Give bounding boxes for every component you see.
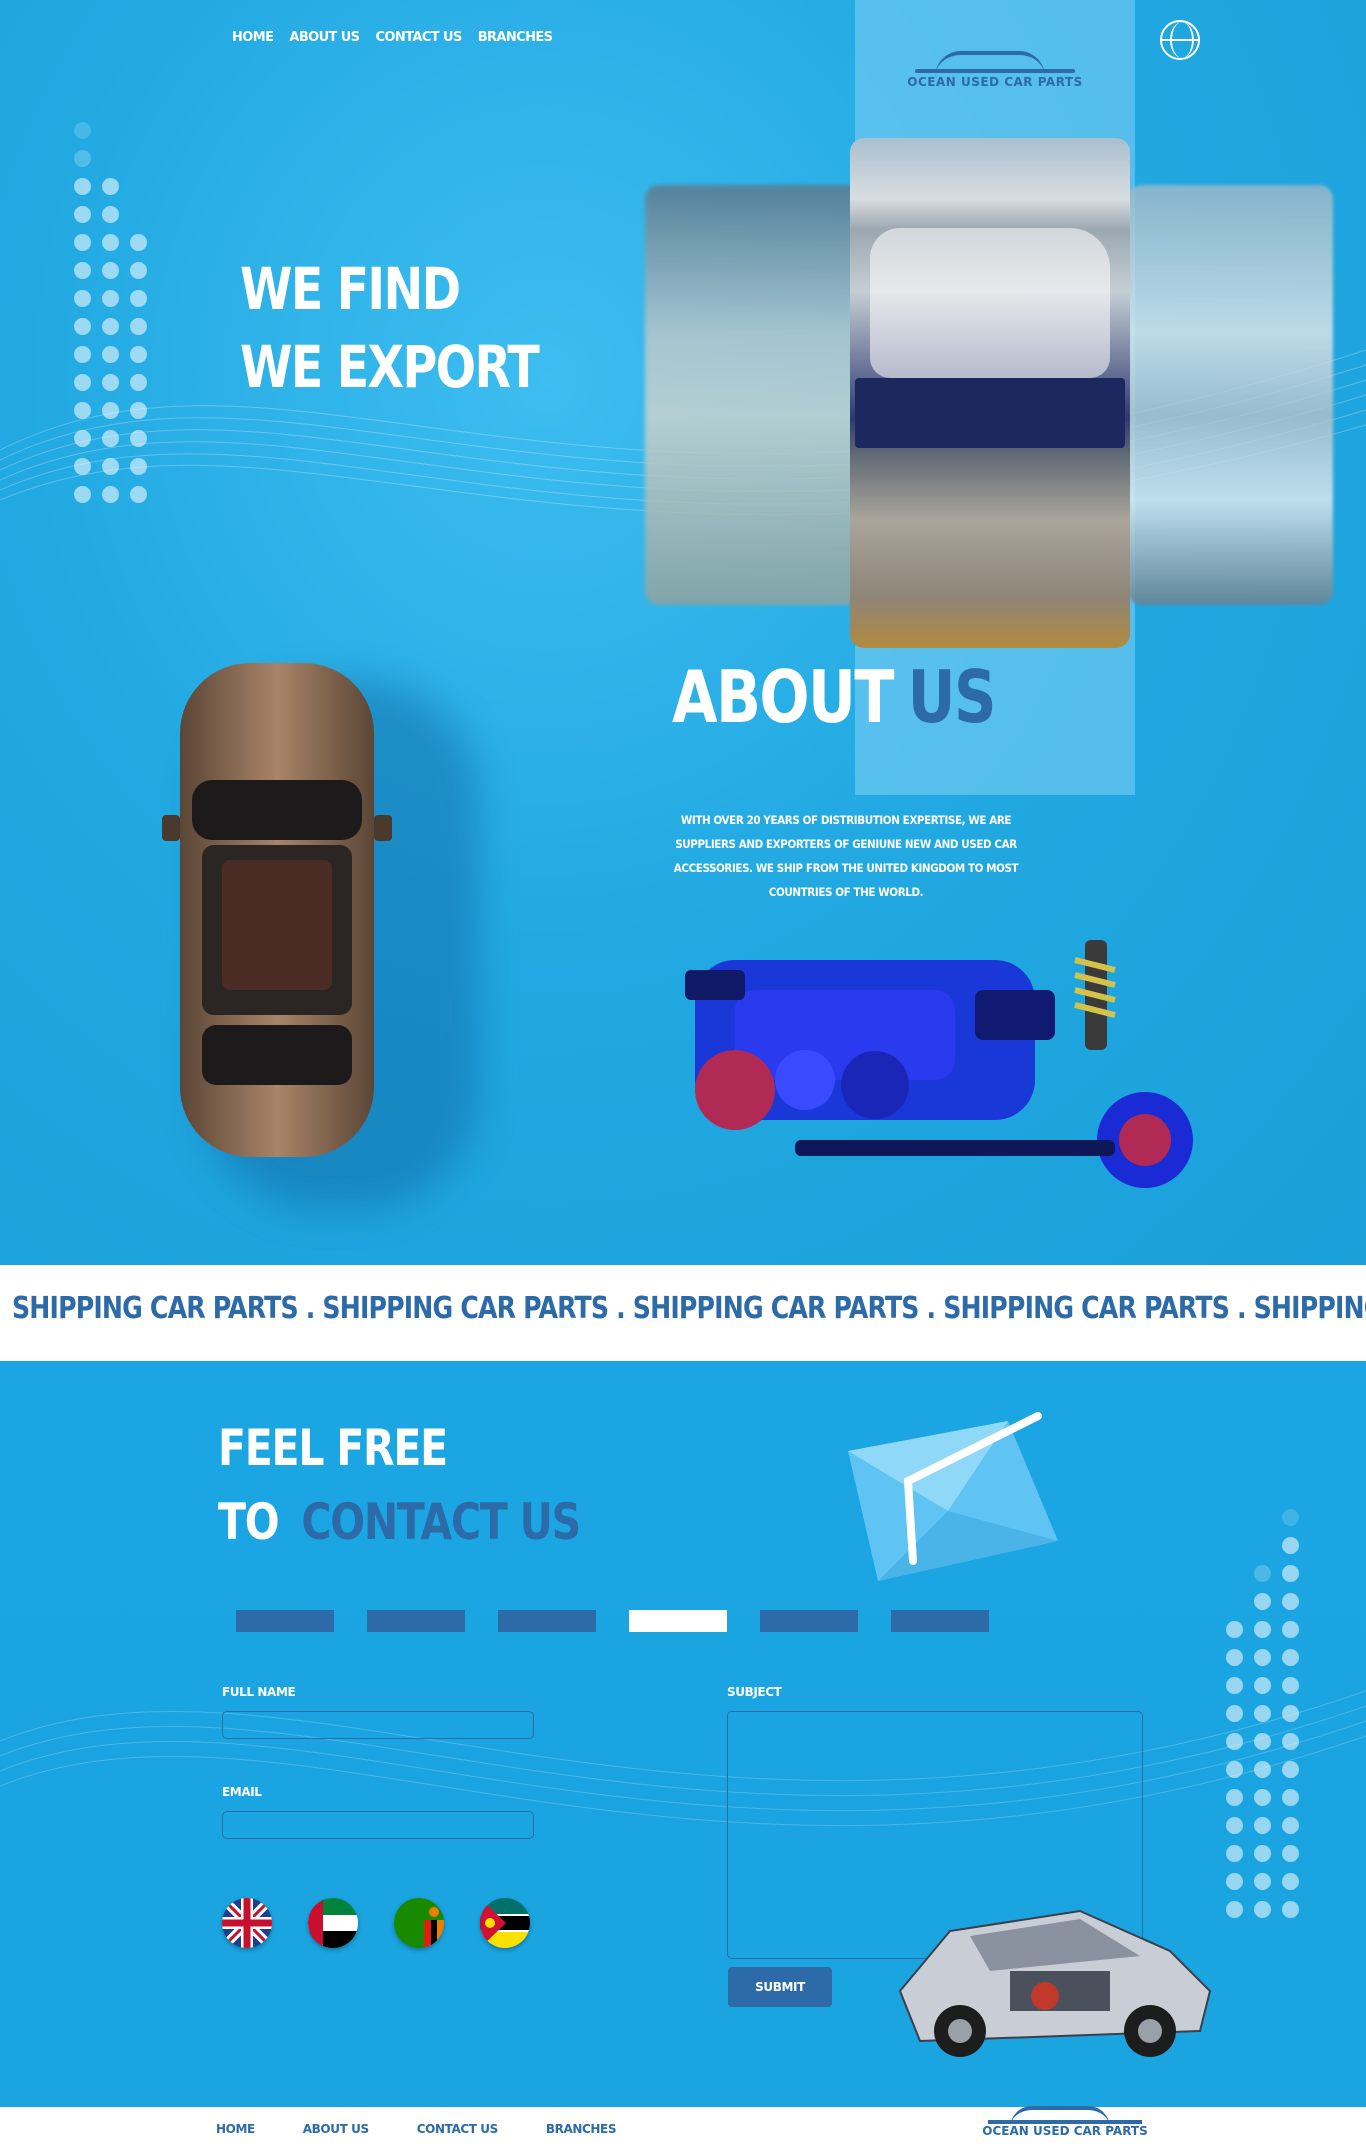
footer-car-logo-icon [980, 2100, 1150, 2126]
uk-flag-icon[interactable] [222, 1898, 272, 1948]
slider-indicator-active[interactable] [629, 1610, 727, 1632]
hero-line-1: WE FIND [240, 255, 461, 323]
hero-heading: WE FIND WE EXPORT [240, 250, 540, 406]
footer-nav-about[interactable]: ABOUT US [303, 2122, 369, 2136]
email-input[interactable] [222, 1811, 534, 1839]
brand-logo-text: OCEAN USED CAR PARTS [907, 75, 1083, 89]
slider-indicator[interactable] [236, 1610, 334, 1632]
brown-car-top-view-image [162, 663, 392, 1157]
language-globe-icon[interactable] [1160, 20, 1200, 60]
slider-indicator[interactable] [891, 1610, 989, 1632]
contact-heading: FEEL FREE TO CONTACT US [218, 1411, 581, 1559]
about-heading: ABOUT US [672, 655, 997, 739]
hero-line-2: WE EXPORT [240, 333, 540, 401]
full-name-label: FULL NAME [222, 1685, 296, 1699]
photo-car-mercedes [645, 185, 860, 605]
engine-suspension-image [685, 940, 1193, 1188]
zambia-flag-icon[interactable] [394, 1898, 444, 1948]
contact-section: FEEL FREE TO CONTACT US FULL NAME EMAIL S… [0, 1361, 1366, 2107]
full-name-input[interactable] [222, 1711, 534, 1739]
about-description: WITH OVER 20 YEARS OF DISTRIBUTION EXPER… [673, 813, 1019, 899]
footer-nav-branches[interactable]: BRANCHES [546, 2122, 617, 2136]
dot-pattern-left [74, 122, 147, 503]
wrapped-car-shape [870, 228, 1110, 378]
email-label: EMAIL [222, 1785, 262, 1799]
contact-heading-to: TO [218, 1493, 280, 1551]
contact-slider-indicators [236, 1610, 989, 1632]
truck-bed-shape [855, 378, 1125, 448]
contact-heading-line1: FEEL FREE [218, 1419, 448, 1477]
nav-contact[interactable]: CONTACT US [375, 30, 462, 45]
slider-indicator[interactable] [498, 1610, 596, 1632]
xray-car-image [898, 1909, 1212, 2057]
nav-home[interactable]: HOME [232, 30, 274, 45]
about-heading-part1: ABOUT [672, 655, 895, 739]
footer-nav-contact[interactable]: CONTACT US [417, 2122, 499, 2136]
footer-nav: HOME ABOUT US CONTACT US BRANCHES [216, 2122, 617, 2136]
top-nav: HOME ABOUT US CONTACT US BRANCHES [232, 30, 553, 45]
nav-branches[interactable]: BRANCHES [478, 30, 553, 45]
about-heading-part2: US [907, 655, 997, 739]
footer-logo[interactable]: OCEAN USED CAR PARTS [970, 2100, 1160, 2138]
country-flags [222, 1898, 530, 1948]
photo-car-bmw [1128, 185, 1333, 605]
submit-button[interactable]: SUBMIT [728, 1967, 832, 2007]
marquee-text: SHIPPING CAR PARTS . SHIPPING CAR PARTS … [12, 1291, 1366, 1326]
uae-flag-icon[interactable] [308, 1898, 358, 1948]
envelope-icon [848, 1412, 1058, 1581]
nav-about[interactable]: ABOUT US [289, 30, 360, 45]
dot-pattern-right [1226, 1509, 1299, 1918]
slider-indicator[interactable] [760, 1610, 858, 1632]
subject-label: SUBJECT [727, 1685, 782, 1699]
footer-nav-home[interactable]: HOME [216, 2122, 255, 2136]
contact-heading-highlight: CONTACT US [301, 1493, 581, 1551]
slider-indicator[interactable] [367, 1610, 465, 1632]
car-logo-icon [905, 45, 1085, 75]
mozambique-flag-icon[interactable] [480, 1898, 530, 1948]
footer: HOME ABOUT US CONTACT US BRANCHES [0, 2107, 1366, 2150]
brand-logo[interactable]: OCEAN USED CAR PARTS [895, 45, 1095, 89]
hero-section: HOME ABOUT US CONTACT US BRANCHES OCEAN … [0, 0, 1366, 1265]
shipping-marquee: SHIPPING CAR PARTS . SHIPPING CAR PARTS … [0, 1265, 1366, 1361]
photo-car-on-truck [850, 138, 1130, 648]
